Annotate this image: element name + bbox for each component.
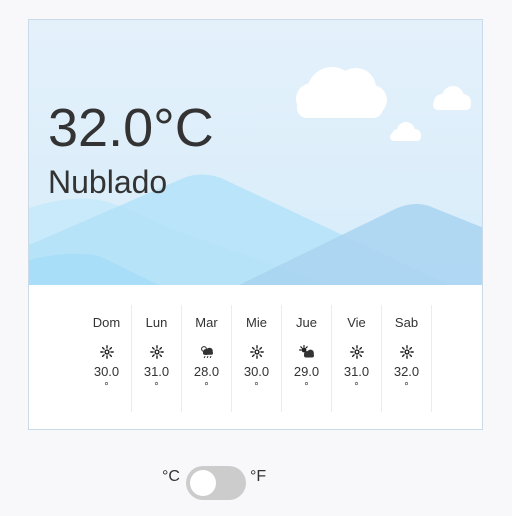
forecast-day-dom: Dom 30.0 ° [82,305,132,412]
rain-cloud-icon [182,345,231,361]
sun-icon [382,345,431,361]
forecast-degree-unit: ° [304,381,309,393]
forecast-temperature: 30.0 [93,364,120,379]
forecast-day-mar: Mar 28.0 ° [182,305,232,412]
sun-icon [132,345,181,361]
current-temperature: 32.0°C [48,98,214,158]
forecast-temperature: 32.0 [393,364,420,379]
forecast-temperature: 29.0 [293,364,320,379]
weather-hero: 32.0°C Nublado [29,20,482,285]
forecast-day-name: Sab [394,315,419,330]
unit-toggle-group: °C °F [160,464,280,500]
forecast-day-vie: Vie 31.0 ° [332,305,382,412]
forecast-degree-unit: ° [254,381,259,393]
forecast-temperature: 31.0 [343,364,370,379]
forecast-strip: Dom 30.0 ° Lun 31.0 ° Mar 28.0 ° Mie 30.0 ° Jue 29.0 °… [29,285,482,429]
forecast-degree-unit: ° [354,381,359,393]
forecast-day-name: Mie [246,315,267,330]
sun-icon [232,345,281,361]
partly-cloudy-icon [282,345,331,361]
forecast-day-jue: Jue 29.0 ° [282,305,332,412]
cloud-small [390,122,421,141]
forecast-day-mie: Mie 30.0 ° [232,305,282,412]
cloud-right [433,86,471,110]
cloud-large [296,67,387,118]
forecast-day-name: Jue [296,315,317,330]
toggle-knob[interactable] [190,470,216,496]
fahrenheit-label: °F [250,468,267,485]
forecast-day-lun: Lun 31.0 ° [132,305,182,412]
forecast-degree-unit: ° [104,381,109,393]
sun-icon [332,345,381,361]
sun-icon [82,345,131,361]
forecast-day-name: Lun [145,315,168,330]
forecast-degree-unit: ° [154,381,159,393]
forecast-degree-unit: ° [204,381,209,393]
forecast-temperature: 31.0 [143,364,170,379]
forecast-day-name: Mar [195,315,218,330]
unit-toggle-switch[interactable] [186,466,246,500]
forecast-day-name: Dom [92,315,121,330]
forecast-temperature: 28.0 [193,364,220,379]
celsius-label: °C [162,468,180,485]
forecast-days: Dom 30.0 ° Lun 31.0 ° Mar 28.0 ° Mie 30.0 ° Jue 29.0 °… [82,305,432,412]
current-condition: Nublado [48,164,168,200]
forecast-temperature: 30.0 [243,364,270,379]
weather-card: 32.0°C Nublado Dom 30.0 ° Lun 31.0 ° Mar 28.0 ° M… [28,19,483,430]
forecast-day-name: Vie [347,315,366,330]
forecast-day-sab: Sab 32.0 ° [382,305,432,412]
forecast-degree-unit: ° [404,381,409,393]
